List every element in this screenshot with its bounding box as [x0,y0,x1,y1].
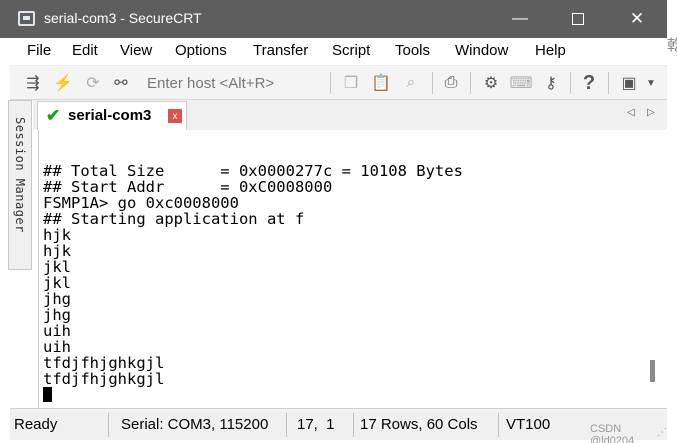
terminal-line: tfdjfhjghkgjl [43,370,165,388]
menu-tools[interactable]: Tools [395,42,430,59]
connected-check-icon: ✔ [46,106,61,125]
menu-edit[interactable]: Edit [72,42,98,59]
terminal-line: jkl [43,258,71,276]
terminal-output: ## Total Size = 0x0000277c = 10108 Bytes… [43,163,463,387]
terminal-line: hjk [43,242,71,260]
terminal-line: jkl [43,274,71,292]
settings-icon[interactable]: ⚙ [480,72,502,94]
toolbar-separator [608,72,609,94]
menu-view[interactable]: View [120,42,152,59]
terminal-line: tfdjfhjghkgjl [43,354,165,372]
status-separator [353,413,354,437]
tab-label: serial-com3 [68,107,152,124]
terminal-line: hjk [43,226,71,244]
toolbar-overflow-icon[interactable]: ▼ [645,72,657,94]
status-terminal-size: 17 Rows, 60 Cols [360,416,478,433]
menu-transfer[interactable]: Transfer [253,42,308,59]
print-icon[interactable]: ⎙ [440,72,462,94]
menu-file[interactable]: File [27,42,51,59]
menu-window[interactable]: Window [455,42,508,59]
session-manager-tab[interactable]: Session Manager [8,100,32,270]
securecrt-app-icon [18,11,35,26]
key-icon[interactable]: ⚷ [540,72,562,94]
status-separator [108,413,109,437]
quick-connect-icon[interactable]: ⚡ [52,72,74,94]
status-separator [286,413,287,437]
tab-strip: ✔ serial-com3 x ◁ ▷ [33,100,667,130]
toolbar: ⇶ ⚡ ⟳ ⚯ ❐ 📋 ⌕ ⎙ ⚙ ⌨ ⚷ ? ▣ ▼ [10,66,667,100]
sftp-icon[interactable]: ▣ [618,72,640,94]
window-title: serial-com3 - SecureCRT [44,10,202,26]
toolbar-separator [570,72,571,94]
host-input[interactable] [143,72,323,94]
terminal-line: uih [43,338,71,356]
help-icon[interactable]: ? [578,72,600,94]
terminal-line: jhg [43,306,71,324]
find-icon[interactable]: ⌕ [400,72,422,94]
menu-script[interactable]: Script [332,42,370,59]
terminal-line: ## Total Size = 0x0000277c = 10108 Bytes [43,162,463,180]
copy-icon[interactable]: ❐ [340,72,362,94]
title-bar: serial-com3 - SecureCRT — ✕ [0,0,667,38]
tab-serial-com3[interactable]: ✔ serial-com3 x [37,101,187,130]
status-cursor-position: 17, 1 [297,416,335,433]
paste-icon[interactable]: 📋 [370,72,392,94]
menu-help[interactable]: Help [535,42,566,59]
toolbar-separator [330,72,331,94]
connect-icon[interactable]: ⇶ [22,72,44,94]
tab-scroll-left-icon[interactable]: ◁ [627,107,635,118]
watermark-text: CSDN @ld0204 [590,423,635,443]
keymap-icon[interactable]: ⌨ [509,72,532,94]
status-state: Ready [14,416,58,433]
status-bar: Ready Serial: COM3, 115200 17, 1 17 Rows… [10,408,667,443]
terminal-view[interactable]: ## Total Size = 0x0000277c = 10108 Bytes… [38,130,660,408]
terminal-cursor [43,387,52,402]
background-window-edge: 乾 [667,0,677,443]
menu-bar: File Edit View Options Transfer Script T… [10,38,667,66]
minimize-button[interactable]: — [497,0,543,38]
terminal-line: uih [43,322,71,340]
status-connection: Serial: COM3, 115200 [121,416,269,433]
status-emulation: VT100 [506,416,551,433]
close-button[interactable]: ✕ [614,0,660,38]
toolbar-separator [432,72,433,94]
scrollbar-thumb[interactable] [650,360,655,382]
maximize-button[interactable] [555,0,601,38]
disconnect-icon[interactable]: ⚯ [110,72,132,94]
menu-options[interactable]: Options [175,42,227,59]
terminal-line: ## Start Addr = 0xC0008000 [43,178,333,196]
toolbar-separator [470,72,471,94]
maximize-icon [572,13,584,25]
terminal-line: jhg [43,290,71,308]
reconnect-icon[interactable]: ⟳ [82,72,104,94]
resize-grip-icon[interactable]: ⋰ [657,427,667,438]
session-manager-label: Session Manager [13,117,27,233]
tab-scroll-right-icon[interactable]: ▷ [647,107,655,118]
terminal-line: FSMP1A> go 0xc0008000 [43,194,239,212]
terminal-line: ## Starting application at f [43,210,305,228]
status-separator [498,413,499,437]
terminal-scrollbar[interactable] [645,130,660,408]
tab-close-icon[interactable]: x [168,109,182,123]
